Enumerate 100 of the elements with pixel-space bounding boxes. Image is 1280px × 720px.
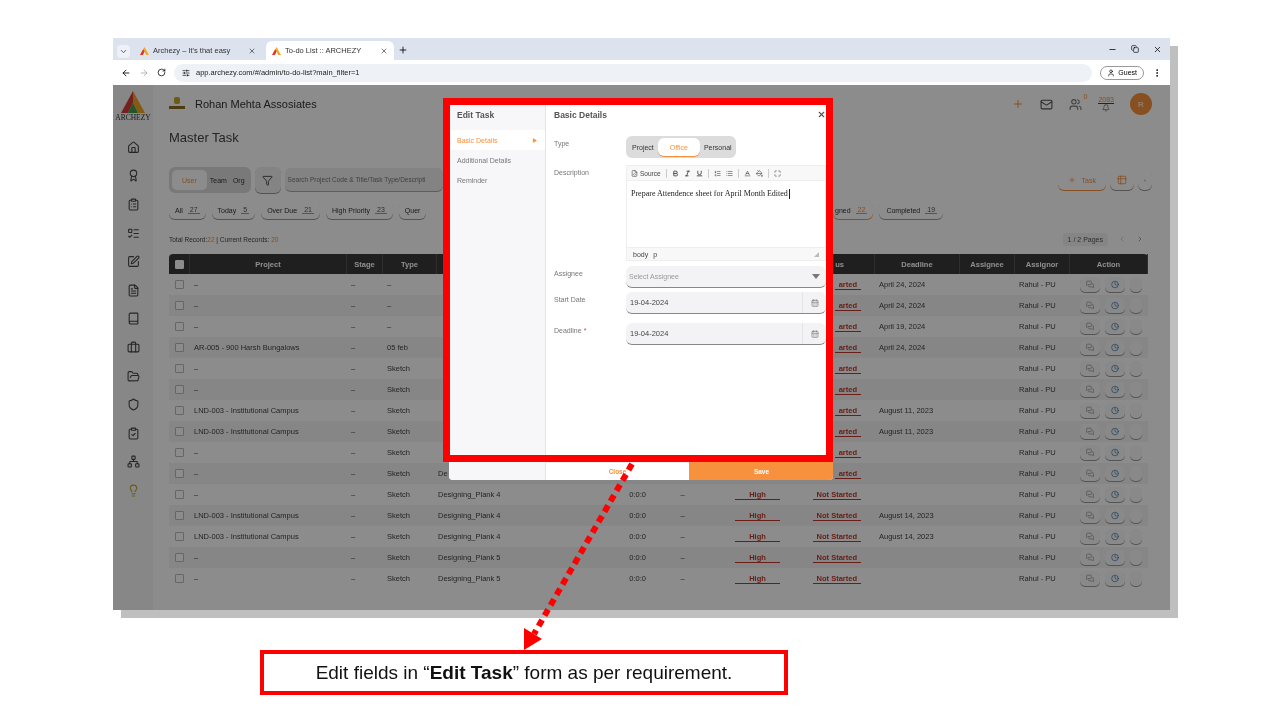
restore-icon[interactable] <box>1131 44 1139 53</box>
previous-page-icon[interactable] <box>1118 235 1126 243</box>
section-heading: Basic Details <box>554 110 607 120</box>
row-checkbox[interactable] <box>175 427 184 436</box>
users-icon[interactable] <box>1069 97 1083 111</box>
clock-icon <box>1111 385 1119 394</box>
row-checkbox[interactable] <box>175 301 184 310</box>
calendar-icon <box>810 298 819 307</box>
folder-icon[interactable] <box>126 369 140 383</box>
plus-icon <box>1067 176 1076 184</box>
logo-icon <box>272 46 281 55</box>
bold-icon[interactable] <box>671 169 679 177</box>
row-checkbox[interactable] <box>175 553 184 562</box>
underline-icon[interactable] <box>695 169 703 177</box>
text-color-icon[interactable] <box>743 169 751 177</box>
clock-icon <box>1111 301 1119 310</box>
chat-icon <box>1086 364 1094 373</box>
caret-icon <box>532 137 537 143</box>
close-icon[interactable] <box>1153 44 1162 54</box>
new-tab-icon[interactable] <box>398 45 408 55</box>
clock-icon <box>1111 427 1119 436</box>
logo-icon <box>121 91 145 113</box>
home-icon[interactable] <box>126 140 140 154</box>
chat-icon <box>1086 322 1094 331</box>
chat-icon <box>1086 343 1094 352</box>
logo-icon <box>140 46 149 55</box>
network-icon[interactable] <box>126 455 140 469</box>
chevron-down-icon <box>119 47 128 56</box>
chat-icon <box>1086 427 1094 436</box>
clock-icon <box>1111 406 1119 415</box>
italic-icon[interactable] <box>683 169 691 177</box>
close-icon[interactable] <box>817 110 826 119</box>
chat-icon <box>1086 406 1094 415</box>
back-icon[interactable] <box>121 67 131 78</box>
callout-text: Edit fields in “Edit Task” form as per requirement. <box>315 661 733 684</box>
chat-icon <box>1086 511 1094 520</box>
reload-icon[interactable] <box>157 68 166 77</box>
next-page-icon[interactable] <box>1136 235 1144 243</box>
dialog-title: Edit Task <box>456 110 496 122</box>
row-checkbox[interactable] <box>175 448 184 457</box>
clock-icon <box>1111 469 1119 478</box>
filter-icon <box>262 174 274 186</box>
page-title: Master Task <box>169 128 239 147</box>
clock-icon <box>1111 574 1119 583</box>
bullet-list-icon[interactable] <box>725 169 733 177</box>
row-checkbox[interactable] <box>175 469 184 478</box>
chat-icon <box>1086 448 1094 457</box>
chat-icon <box>1086 280 1094 289</box>
text-cursor <box>788 189 790 199</box>
book-icon[interactable] <box>126 312 140 326</box>
bell-icon[interactable] <box>1102 104 1111 112</box>
close-icon[interactable] <box>248 46 256 55</box>
table-icon <box>1117 175 1127 185</box>
clock-icon <box>1111 532 1119 541</box>
clock-icon <box>1111 364 1119 373</box>
company-name: Rohan Mehta Assosiates <box>195 98 317 110</box>
clock-icon <box>1111 511 1119 520</box>
site-settings-icon[interactable] <box>182 68 190 77</box>
chat-icon <box>1086 469 1094 478</box>
background-color-icon[interactable] <box>755 169 763 177</box>
chat-icon <box>1086 553 1094 562</box>
row-checkbox[interactable] <box>175 532 184 541</box>
tab-list-button[interactable] <box>117 45 130 58</box>
shield-icon[interactable] <box>126 398 140 412</box>
document-icon <box>631 169 638 177</box>
chat-icon <box>1086 532 1094 541</box>
chat-icon <box>1086 574 1094 583</box>
numbered-list-icon[interactable] <box>713 169 721 177</box>
company-logo-icon <box>169 97 185 111</box>
filter-button[interactable] <box>254 167 281 193</box>
close-icon[interactable] <box>380 46 388 55</box>
clipboard-icon[interactable] <box>126 198 140 211</box>
row-checkbox[interactable] <box>175 490 184 499</box>
description-text: Prepare Attendence sheet for April Month Edited <box>631 189 788 198</box>
chat-icon <box>1086 490 1094 499</box>
maximize-icon[interactable] <box>773 169 781 177</box>
briefcase-icon[interactable] <box>126 340 140 354</box>
select-all-checkbox[interactable] <box>174 259 184 269</box>
clock-icon <box>1111 553 1119 562</box>
document-icon[interactable] <box>126 283 140 297</box>
chat-icon <box>1086 301 1094 310</box>
row-checkbox[interactable] <box>175 574 184 583</box>
clock-icon <box>1111 322 1119 331</box>
resize-grip-icon[interactable] <box>814 251 819 257</box>
calendar-icon <box>810 329 819 338</box>
row-checkbox[interactable] <box>175 364 184 373</box>
row-checkbox[interactable] <box>175 322 184 331</box>
clipboard-check-icon[interactable] <box>126 426 140 440</box>
mail-icon[interactable] <box>1040 97 1054 111</box>
forward-icon[interactable] <box>139 67 149 78</box>
row-checkbox[interactable] <box>175 343 184 352</box>
checklist-icon[interactable] <box>126 226 140 240</box>
clock-icon <box>1111 280 1119 289</box>
row-checkbox[interactable] <box>175 406 184 415</box>
row-checkbox[interactable] <box>175 511 184 520</box>
edit-icon[interactable] <box>126 255 140 269</box>
row-checkbox[interactable] <box>175 385 184 394</box>
add-icon[interactable] <box>1012 98 1025 110</box>
user-icon <box>1107 68 1116 77</box>
row-checkbox[interactable] <box>175 280 184 289</box>
